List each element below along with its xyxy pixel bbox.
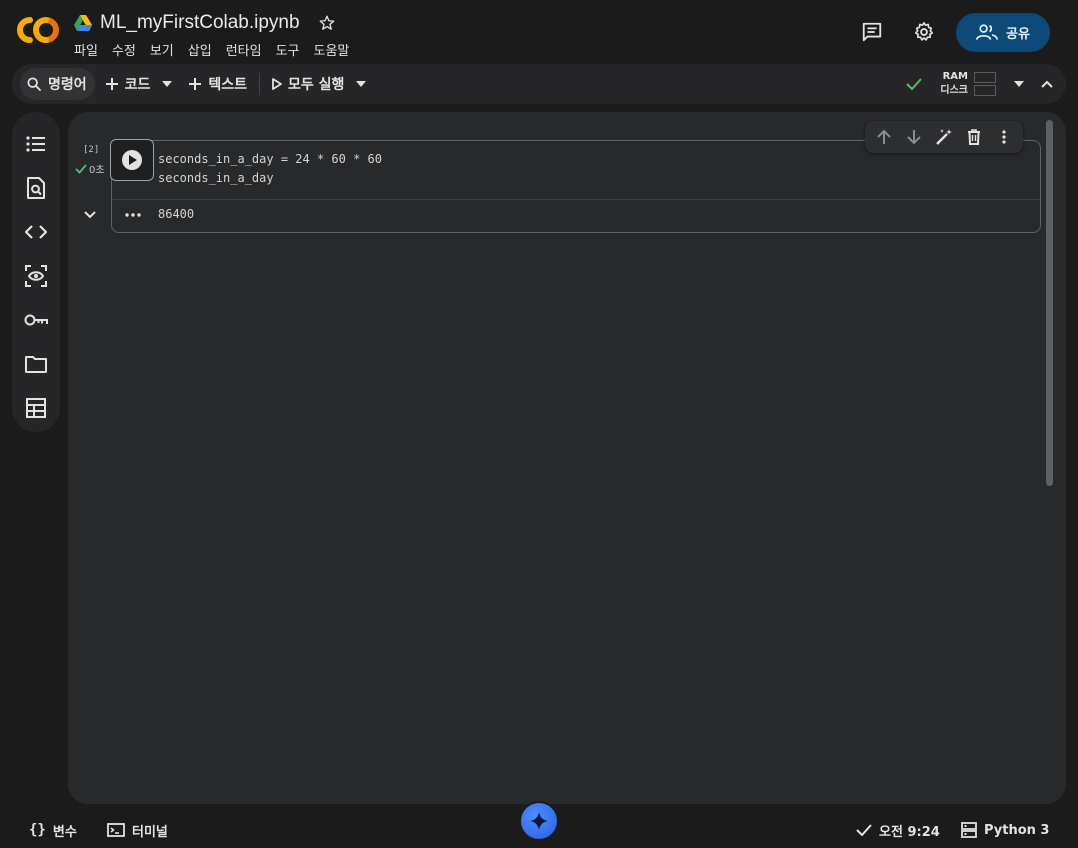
search-icon [26, 76, 42, 92]
menu-insert[interactable]: 삽입 [188, 40, 219, 59]
menu-edit[interactable]: 수정 [112, 40, 143, 59]
output-actions-more-icon[interactable] [122, 207, 144, 223]
folder-icon[interactable] [12, 342, 60, 386]
add-code-dropdown-icon[interactable] [156, 68, 178, 100]
gear-icon[interactable] [904, 12, 944, 52]
delete-trash-icon[interactable] [960, 123, 988, 151]
code-snippets-icon[interactable] [12, 210, 60, 254]
collapse-output-chevron-icon[interactable] [80, 207, 100, 223]
runtime-info[interactable]: Python 3 [961, 821, 1049, 839]
terminal-icon [107, 823, 125, 837]
share-button[interactable]: 공유 [956, 12, 1050, 52]
menu-bar: 파일 수정 보기 삽입 런타임 도구 도움말 [74, 40, 363, 59]
menu-runtime[interactable]: 런타임 [226, 40, 269, 59]
command-label: 명령어 [48, 77, 87, 93]
menu-view[interactable]: 보기 [150, 40, 181, 59]
gemini-button[interactable] [521, 803, 557, 839]
find-icon[interactable] [12, 166, 60, 210]
code-line[interactable]: seconds_in_a_day = 24 * 60 * 60 [158, 152, 382, 166]
success-check-icon [75, 163, 87, 174]
run-all-label: 모두 실행 [288, 77, 345, 93]
toolbar-divider [259, 73, 261, 95]
resource-monitor[interactable]: RAM 디스크 [906, 68, 1058, 100]
disk-label: 디스크 [940, 85, 968, 96]
check-icon [856, 824, 872, 836]
add-code-label: 코드 [124, 77, 151, 93]
server-icon [961, 822, 977, 838]
variables-inspector-icon[interactable] [12, 254, 60, 298]
header-actions: 공유 [852, 12, 1050, 52]
table-icon[interactable] [12, 386, 60, 430]
ram-label: RAM [942, 71, 968, 82]
google-drive-icon[interactable] [74, 15, 92, 31]
execution-time: 0초 [89, 165, 105, 176]
plus-icon [188, 77, 202, 91]
connected-check-icon [906, 78, 923, 90]
code-line[interactable]: seconds_in_a_day [158, 171, 274, 185]
command-palette-button[interactable]: 명령어 [20, 68, 95, 100]
title-row: ML_myFirstColab.ipynb [74, 10, 336, 36]
runtime-label: Python 3 [984, 822, 1050, 838]
terminal-button[interactable]: 터미널 [107, 821, 168, 840]
last-run-time: 오전 9:24 [879, 824, 940, 840]
notebook-title[interactable]: ML_myFirstColab.ipynb [100, 12, 300, 34]
curly-braces-icon: {} [29, 822, 46, 838]
cell-toolbar [865, 121, 1023, 153]
execution-count: [2] [83, 145, 100, 155]
toc-icon[interactable] [12, 122, 60, 166]
cell-output-divider [112, 199, 1040, 200]
secrets-key-icon[interactable] [12, 298, 60, 342]
star-icon[interactable] [318, 14, 336, 32]
run-all-button[interactable]: 모두 실행 [266, 68, 350, 100]
disk-meter [974, 85, 996, 96]
move-up-arrow-icon[interactable] [870, 123, 898, 151]
comment-icon[interactable] [852, 12, 892, 52]
people-icon [976, 23, 999, 41]
ram-meter [974, 72, 996, 83]
share-label: 공유 [1006, 26, 1030, 42]
menu-tools[interactable]: 도구 [276, 40, 307, 59]
more-vert-icon[interactable] [990, 123, 1018, 151]
collapse-chevron-up-icon[interactable] [1036, 68, 1058, 100]
cell-output: 86400 [158, 207, 195, 221]
last-run-status[interactable]: 오전 9:24 [856, 821, 940, 840]
notebook-toolbar: 명령어 코드 텍스트 모두 실행 RAM 디스크 [12, 64, 1066, 104]
move-down-arrow-icon[interactable] [900, 123, 928, 151]
run-all-dropdown-icon[interactable] [350, 68, 372, 100]
variables-button[interactable]: {} 변수 [29, 821, 77, 840]
play-icon [272, 78, 282, 90]
add-code-button[interactable]: 코드 [99, 68, 157, 100]
terminal-label: 터미널 [132, 824, 168, 840]
magic-wand-icon[interactable] [930, 123, 958, 151]
run-cell-button[interactable] [110, 139, 154, 181]
add-text-button[interactable]: 텍스트 [182, 68, 253, 100]
menu-file[interactable]: 파일 [74, 40, 105, 59]
execution-status: 0초 [75, 161, 105, 176]
add-text-label: 텍스트 [208, 77, 248, 93]
play-circle-icon [121, 149, 143, 171]
sparkle-icon [530, 812, 548, 830]
left-sidebar [12, 112, 60, 432]
colab-logo[interactable] [16, 14, 60, 46]
runtime-dropdown-icon[interactable] [1008, 68, 1030, 100]
plus-icon [105, 77, 119, 91]
variables-label: 변수 [52, 824, 77, 840]
notebook-scrollbar[interactable] [1046, 120, 1053, 486]
menu-help[interactable]: 도움말 [314, 40, 357, 59]
